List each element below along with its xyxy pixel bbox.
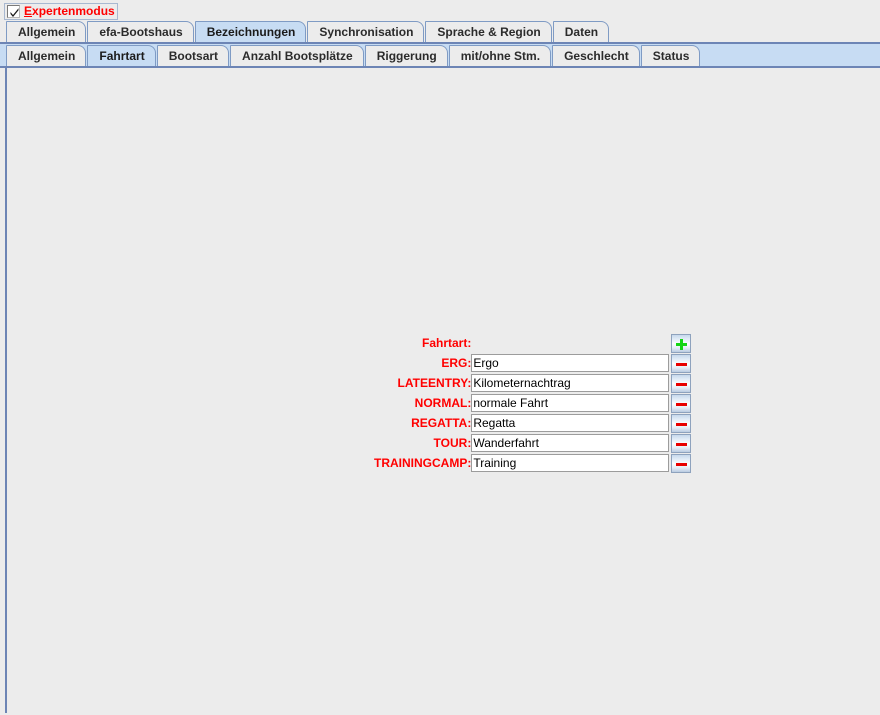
tab-synchronisation[interactable]: Synchronisation [307, 21, 424, 42]
fahrtart-title-cell: Fahrtart: [374, 333, 471, 353]
subtab-anzahl-bootsplaetze[interactable]: Anzahl Bootsplätze [230, 45, 364, 66]
fahrtart-input-erg[interactable] [471, 354, 669, 372]
row-button-cell [671, 373, 693, 393]
remove-fahrtart-button-trainingcamp[interactable] [671, 454, 691, 473]
subtab-bootsart[interactable]: Bootsart [157, 45, 229, 66]
add-fahrtart-button[interactable] [671, 334, 691, 353]
row-label-tour: TOUR: [434, 436, 472, 450]
minus-icon [672, 455, 690, 472]
row-label-erg: ERG: [441, 356, 471, 370]
remove-fahrtart-button-lateentry[interactable] [671, 374, 691, 393]
minus-icon [672, 435, 690, 452]
remove-fahrtart-button-regatta[interactable] [671, 414, 691, 433]
expert-mode-checkbox[interactable]: Expertenmodus [4, 3, 118, 20]
expert-mode-label: Expertenmodus [24, 4, 115, 18]
row-field-cell [471, 393, 671, 413]
row-label-trainingcamp: TRAININGCAMP: [374, 456, 471, 470]
row-button-cell [671, 393, 693, 413]
add-button-cell [671, 333, 693, 353]
minus-icon [672, 355, 690, 372]
row-button-cell [671, 433, 693, 453]
table-row: REGATTA: [374, 413, 693, 433]
minus-icon [672, 375, 690, 392]
row-field-cell [471, 353, 671, 373]
fahrtart-table: Fahrtart: ERG: [374, 333, 693, 473]
row-label-normal: NORMAL: [415, 396, 472, 410]
fahrtart-input-normal[interactable] [471, 394, 669, 412]
row-label-cell: NORMAL: [374, 393, 471, 413]
table-row: NORMAL: [374, 393, 693, 413]
tab-daten[interactable]: Daten [553, 21, 609, 42]
minus-icon [672, 415, 690, 432]
row-field-cell [471, 373, 671, 393]
tab-sprache-region[interactable]: Sprache & Region [425, 21, 551, 42]
fahrtart-panel: Fahrtart: ERG: [5, 68, 880, 713]
table-header-row: Fahrtart: [374, 333, 693, 353]
table-row: LATEENTRY: [374, 373, 693, 393]
bezeichnungen-tabbar: Allgemein Fahrtart Bootsart Anzahl Boots… [0, 44, 880, 68]
fahrtart-form: Fahrtart: ERG: [374, 333, 696, 473]
row-label-cell: TRAININGCAMP: [374, 453, 471, 473]
plus-icon [672, 335, 690, 352]
fahrtart-input-tour[interactable] [471, 434, 669, 452]
row-label-cell: LATEENTRY: [374, 373, 471, 393]
minus-icon [672, 395, 690, 412]
table-row: TOUR: [374, 433, 693, 453]
row-button-cell [671, 353, 693, 373]
remove-fahrtart-button-tour[interactable] [671, 434, 691, 453]
table-row: TRAININGCAMP: [374, 453, 693, 473]
row-field-cell [471, 433, 671, 453]
subtab-riggerung[interactable]: Riggerung [365, 45, 448, 66]
row-field-cell [471, 413, 671, 433]
settings-tabbar: Allgemein efa-Bootshaus Bezeichnungen Sy… [0, 20, 880, 44]
expert-mode-row: Expertenmodus [0, 0, 880, 20]
row-button-cell [671, 413, 693, 433]
tab-bezeichnungen[interactable]: Bezeichnungen [195, 21, 307, 42]
checkbox-checked-icon[interactable] [7, 5, 20, 18]
row-label-cell: TOUR: [374, 433, 471, 453]
subtab-geschlecht[interactable]: Geschlecht [552, 45, 640, 66]
fahrtart-input-lateentry[interactable] [471, 374, 669, 392]
table-row: ERG: [374, 353, 693, 373]
subtab-allgemein[interactable]: Allgemein [6, 45, 86, 66]
remove-fahrtart-button-normal[interactable] [671, 394, 691, 413]
fahrtart-input-regatta[interactable] [471, 414, 669, 432]
fahrtart-input-trainingcamp[interactable] [471, 454, 669, 472]
row-label-regatta: REGATTA: [411, 416, 471, 430]
header-spacer-cell [471, 333, 671, 353]
subtab-fahrtart[interactable]: Fahrtart [87, 45, 155, 66]
row-label-lateentry: LATEENTRY: [398, 376, 472, 390]
subtab-status[interactable]: Status [641, 45, 701, 66]
fahrtart-title: Fahrtart: [422, 336, 471, 350]
expert-mode-label-mnemonic: E [24, 4, 32, 18]
row-label-cell: REGATTA: [374, 413, 471, 433]
row-field-cell [471, 453, 671, 473]
tab-allgemein[interactable]: Allgemein [6, 21, 86, 42]
remove-fahrtart-button-erg[interactable] [671, 354, 691, 373]
expert-mode-label-rest: xpertenmodus [32, 4, 115, 18]
subtab-mit-ohne-stm[interactable]: mit/ohne Stm. [449, 45, 551, 66]
row-button-cell [671, 453, 693, 473]
row-label-cell: ERG: [374, 353, 471, 373]
tab-efa-bootshaus[interactable]: efa-Bootshaus [87, 21, 193, 42]
